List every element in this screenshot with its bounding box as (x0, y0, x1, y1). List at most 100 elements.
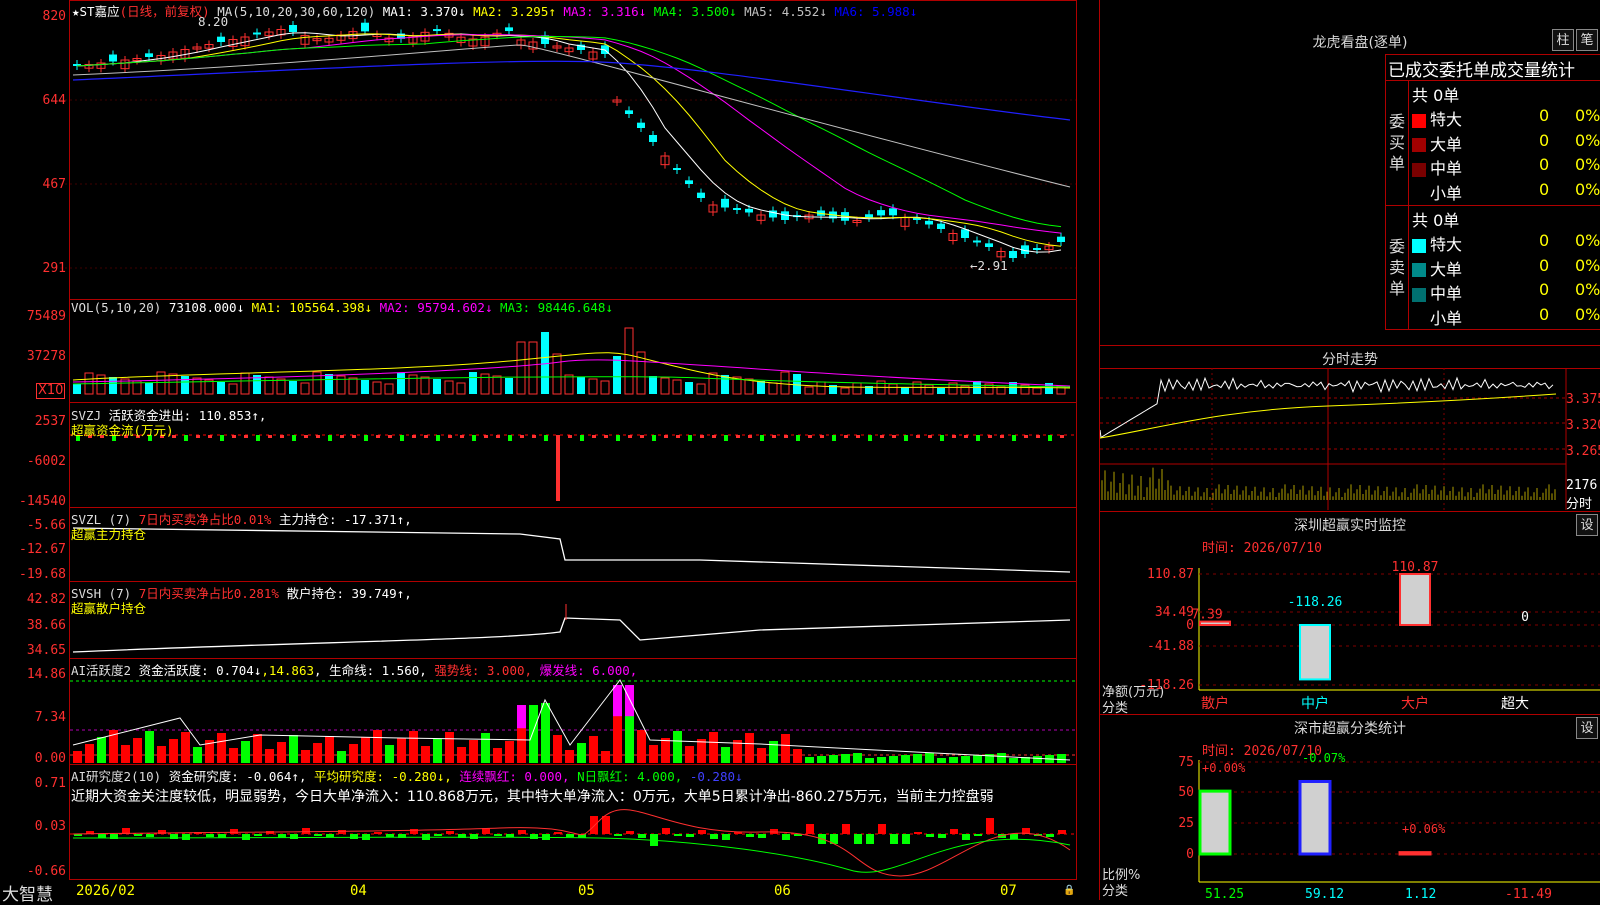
buy-row-pct: 0% (1575, 155, 1600, 174)
lock-icon[interactable]: 🔒 (1063, 885, 1075, 896)
candle-down (433, 29, 441, 32)
sell-row-pct: 0% (1575, 231, 1600, 250)
svzj-bar (892, 435, 896, 438)
ai1-bar (1057, 754, 1066, 763)
svzj-bar (196, 435, 200, 438)
ai1-bar (97, 737, 106, 763)
ai1-act: 资金活跃度: 0.704↓ (138, 663, 262, 678)
ai1-bar (253, 734, 262, 763)
svzj-bar (388, 435, 392, 438)
kline-mode[interactable]: (日线，前复权) (120, 4, 210, 19)
vol-bar (804, 386, 814, 395)
lhb-bar-button[interactable]: 柱 (1552, 29, 1574, 51)
ai2-bar (326, 834, 334, 837)
svzj-bar (376, 435, 380, 438)
sell-row-count: 0 (1539, 280, 1550, 299)
ai1-bar (901, 755, 910, 763)
ai1-bar (529, 705, 538, 763)
stock-name[interactable]: ST嘉应 (80, 4, 120, 19)
ai2-bar (806, 824, 814, 834)
monitor-chart[interactable]: 110.8734.490-41.88-118.267.39-118.26110.… (1100, 530, 1600, 710)
ma-params: MA(5,10,20,30,60,120) (217, 4, 376, 19)
lhb-tick-button[interactable]: 笔 (1576, 29, 1598, 51)
intraday-chart[interactable] (1100, 368, 1600, 510)
svzj-bar (784, 435, 788, 438)
ai1-bar (637, 730, 646, 763)
kline-high-note: 8.20 (198, 14, 229, 29)
svzj-bar (352, 435, 356, 438)
fenshi-title: 分时走势 (1322, 352, 1378, 368)
ai1-legend: AI活跃度2 资金活跃度: 0.704↓,14.863, 生命线: 1.560,… (71, 663, 638, 678)
svzj-bar (436, 435, 440, 441)
svzj-bar (496, 435, 500, 438)
legend-swatch (1412, 238, 1426, 253)
ai1-bar (325, 736, 334, 763)
ai1-bar (397, 738, 406, 763)
vol-bar (708, 372, 718, 395)
vol-bar (181, 376, 189, 394)
classify-ytick: 0 (1186, 847, 1194, 862)
ai1-bar (745, 733, 754, 763)
monitor-value: 0 (1521, 610, 1529, 625)
vol-ma1: MA1: 105564.398↓ (251, 300, 373, 315)
svzl-hold: 主力持仓: -17.371↑, (278, 512, 412, 527)
candle-down (145, 53, 153, 57)
vol-bar (240, 372, 250, 395)
ai1-bar (481, 733, 490, 763)
ai2-bar (602, 816, 610, 834)
ai1-bar-top (613, 685, 622, 717)
svzj-bar (1000, 435, 1004, 438)
ai2-bar (710, 834, 718, 839)
ai1-bar (649, 745, 658, 763)
svzj-bar (628, 435, 632, 438)
classify-chart[interactable]: 75 50 25 0 51.25 59.12 1.12 -11.49 +0.00% -0.07% +… (1100, 732, 1600, 900)
vol-legend: VOL(5,10,20) 73108.000↓ MA1: 105564.398↓… (71, 300, 613, 315)
svzj-bar (292, 435, 296, 441)
ai1-bar (169, 739, 178, 763)
chart-area[interactable]: 820 644 467 291 75489 37278 X10 2537 -60… (0, 0, 1077, 905)
vol-bar (937, 388, 945, 394)
ai1-bar (493, 748, 502, 763)
ai1-bar (337, 751, 346, 763)
candle-down (217, 36, 225, 42)
ai1-bar (553, 735, 562, 763)
chart-graphics (60, 18, 1076, 877)
svsh-line (72, 617, 1071, 653)
sell-row: 小单 0 0% (1412, 305, 1600, 329)
ai1-bar (1033, 756, 1042, 763)
ai2-bar (230, 829, 238, 834)
ai2-bar (614, 834, 622, 836)
svzj-bar (316, 435, 320, 438)
svzj-bar (832, 435, 836, 441)
ai2-ytick: 0.03 (34, 819, 66, 834)
vol-bar (456, 382, 466, 395)
monitor-ytick: 110.87 (1147, 567, 1194, 582)
svzj-bar (1024, 435, 1028, 438)
ai2-bar (554, 832, 562, 834)
svzj-bar (748, 435, 752, 438)
ai1-bar (85, 744, 94, 763)
svzj-bar (556, 435, 560, 501)
ai1-bar (217, 733, 226, 763)
ai1-bar (361, 737, 370, 763)
vol-x10-label: X10 (36, 383, 66, 399)
svzj-bar (772, 435, 776, 438)
ai1-bar (313, 743, 322, 763)
ai2-bar (950, 829, 958, 834)
classify-bar (1398, 851, 1432, 856)
fenshi-vol: 2176 (1566, 478, 1598, 493)
vol-bar (433, 379, 441, 394)
ai1-bar (757, 748, 766, 763)
vol-bar (73, 384, 81, 394)
vol-bar (1032, 387, 1042, 395)
ma5-value: MA5: 4.552↓ (744, 4, 827, 19)
candle-down (973, 240, 981, 243)
svzj-bar (256, 435, 260, 441)
ma2-value: MA2: 3.295↑ (473, 4, 556, 19)
ai2-bar (314, 834, 322, 836)
vol-bar (649, 376, 657, 394)
candle-down (697, 192, 705, 198)
ai1-bar (961, 756, 970, 763)
svzj-bar (244, 435, 248, 438)
ai2-bar (758, 834, 766, 838)
